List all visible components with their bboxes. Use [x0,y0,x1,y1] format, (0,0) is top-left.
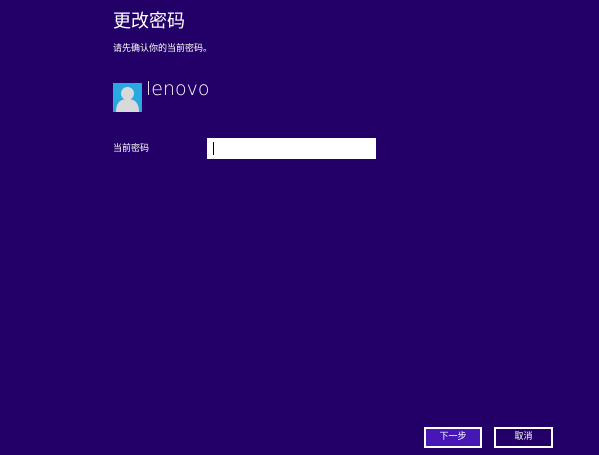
page-subtitle: 请先确认你的当前密码。 [113,44,213,54]
next-button[interactable]: 下一步 [424,427,482,448]
default-user-avatar-icon [113,83,142,112]
text-caret [213,142,214,155]
user-name: lenovo [146,78,210,100]
user-avatar [113,83,142,112]
cancel-button[interactable]: 取消 [494,427,553,448]
current-password-input[interactable] [207,138,376,159]
page-title: 更改密码 [113,11,185,32]
current-password-label: 当前密码 [113,144,150,154]
